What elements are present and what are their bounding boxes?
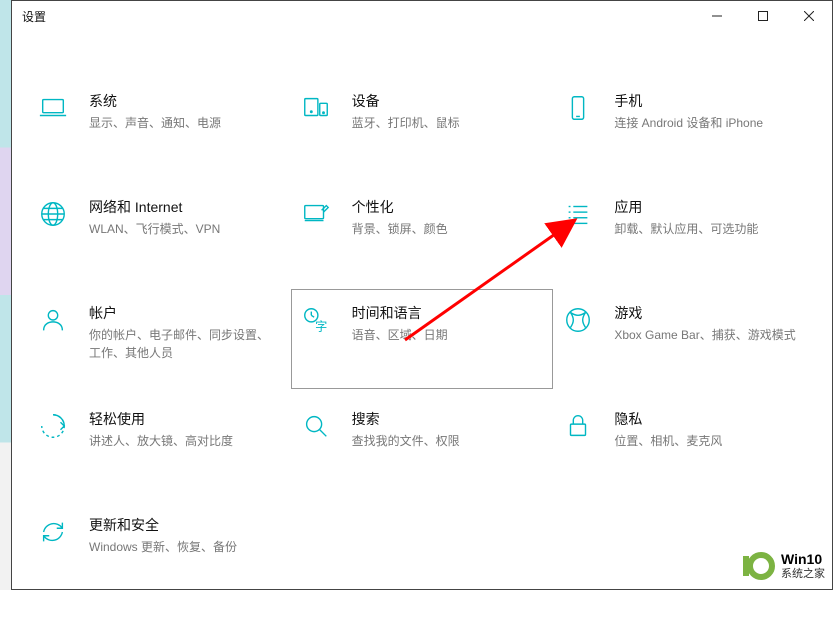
time-language-icon: 字: [298, 302, 334, 338]
search-icon: [298, 408, 334, 444]
tile-title: 轻松使用: [89, 410, 280, 430]
tile-apps[interactable]: 应用 卸载、默认应用、可选功能: [553, 183, 816, 283]
tile-time-language[interactable]: 字 时间和语言 语音、区域、日期: [291, 289, 554, 389]
maximize-icon: [758, 11, 768, 21]
minimize-icon: [712, 11, 722, 21]
tile-title: 系统: [89, 92, 280, 112]
tile-title: 个性化: [352, 198, 543, 218]
globe-icon: [35, 196, 71, 232]
tile-accounts[interactable]: 帐户 你的帐户、电子邮件、同步设置、工作、其他人员: [28, 289, 291, 389]
ease-icon: [35, 408, 71, 444]
maximize-button[interactable]: [740, 1, 786, 31]
settings-grid: 系统 显示、声音、通知、电源 设备 蓝牙、打印机、鼠标 手机 连接 Androi…: [12, 31, 832, 617]
tile-sub: 连接 Android 设备和 iPhone: [614, 114, 805, 132]
tile-network[interactable]: 网络和 Internet WLAN、飞行模式、VPN: [28, 183, 291, 283]
tile-ease-of-access[interactable]: 轻松使用 讲述人、放大镜、高对比度: [28, 395, 291, 495]
tile-sub: 卸载、默认应用、可选功能: [614, 220, 805, 238]
tile-sub: 你的帐户、电子邮件、同步设置、工作、其他人员: [89, 326, 280, 362]
titlebar: 设置: [12, 1, 832, 31]
watermark-sub: 系统之家: [781, 568, 825, 581]
tile-phone[interactable]: 手机 连接 Android 设备和 iPhone: [553, 77, 816, 177]
tile-sub: 显示、声音、通知、电源: [89, 114, 280, 132]
tile-title: 更新和安全: [89, 516, 280, 536]
tile-sub: Windows 更新、恢复、备份: [89, 538, 280, 556]
tile-gaming[interactable]: 游戏 Xbox Game Bar、捕获、游戏模式: [553, 289, 816, 389]
tile-update-security[interactable]: 更新和安全 Windows 更新、恢复、备份: [28, 501, 291, 601]
apps-icon: [560, 196, 596, 232]
tile-title: 搜索: [352, 410, 543, 430]
settings-window: 设置 系统 显示、声音、通知、电源: [11, 0, 833, 590]
tile-privacy[interactable]: 隐私 位置、相机、麦克风: [553, 395, 816, 495]
tile-sub: 背景、锁屏、颜色: [352, 220, 543, 238]
background-sliver: [0, 0, 11, 590]
person-icon: [35, 302, 71, 338]
privacy-icon: [560, 408, 596, 444]
tile-title: 帐户: [89, 304, 280, 324]
window-controls: [694, 1, 832, 31]
phone-icon: [560, 90, 596, 126]
tile-sub: 查找我的文件、权限: [352, 432, 543, 450]
tile-title: 应用: [614, 198, 805, 218]
tile-search[interactable]: 搜索 查找我的文件、权限: [291, 395, 554, 495]
close-icon: [804, 11, 814, 21]
tile-sub: 语音、区域、日期: [352, 326, 543, 344]
tile-title: 网络和 Internet: [89, 198, 280, 218]
tile-sub: 讲述人、放大镜、高对比度: [89, 432, 280, 450]
minimize-button[interactable]: [694, 1, 740, 31]
watermark-logo-icon: [737, 546, 777, 586]
tile-sub: 蓝牙、打印机、鼠标: [352, 114, 543, 132]
tile-devices[interactable]: 设备 蓝牙、打印机、鼠标: [291, 77, 554, 177]
brush-icon: [298, 196, 334, 232]
close-button[interactable]: [786, 1, 832, 31]
tile-sub: Xbox Game Bar、捕获、游戏模式: [614, 326, 805, 344]
tile-title: 时间和语言: [352, 304, 543, 324]
gaming-icon: [560, 302, 596, 338]
tile-sub: WLAN、飞行模式、VPN: [89, 220, 280, 238]
watermark-title: Win10: [781, 551, 825, 568]
tile-sub: 位置、相机、麦克风: [614, 432, 805, 450]
devices-icon: [298, 90, 334, 126]
tile-title: 游戏: [614, 304, 805, 324]
tile-title: 隐私: [614, 410, 805, 430]
update-icon: [35, 514, 71, 550]
window-title: 设置: [22, 8, 46, 25]
tile-system[interactable]: 系统 显示、声音、通知、电源: [28, 77, 291, 177]
watermark: Win10 系统之家: [737, 546, 825, 586]
tile-title: 设备: [352, 92, 543, 112]
tile-personalization[interactable]: 个性化 背景、锁屏、颜色: [291, 183, 554, 283]
tile-title: 手机: [614, 92, 805, 112]
laptop-icon: [35, 90, 71, 126]
svg-text:字: 字: [315, 318, 327, 333]
